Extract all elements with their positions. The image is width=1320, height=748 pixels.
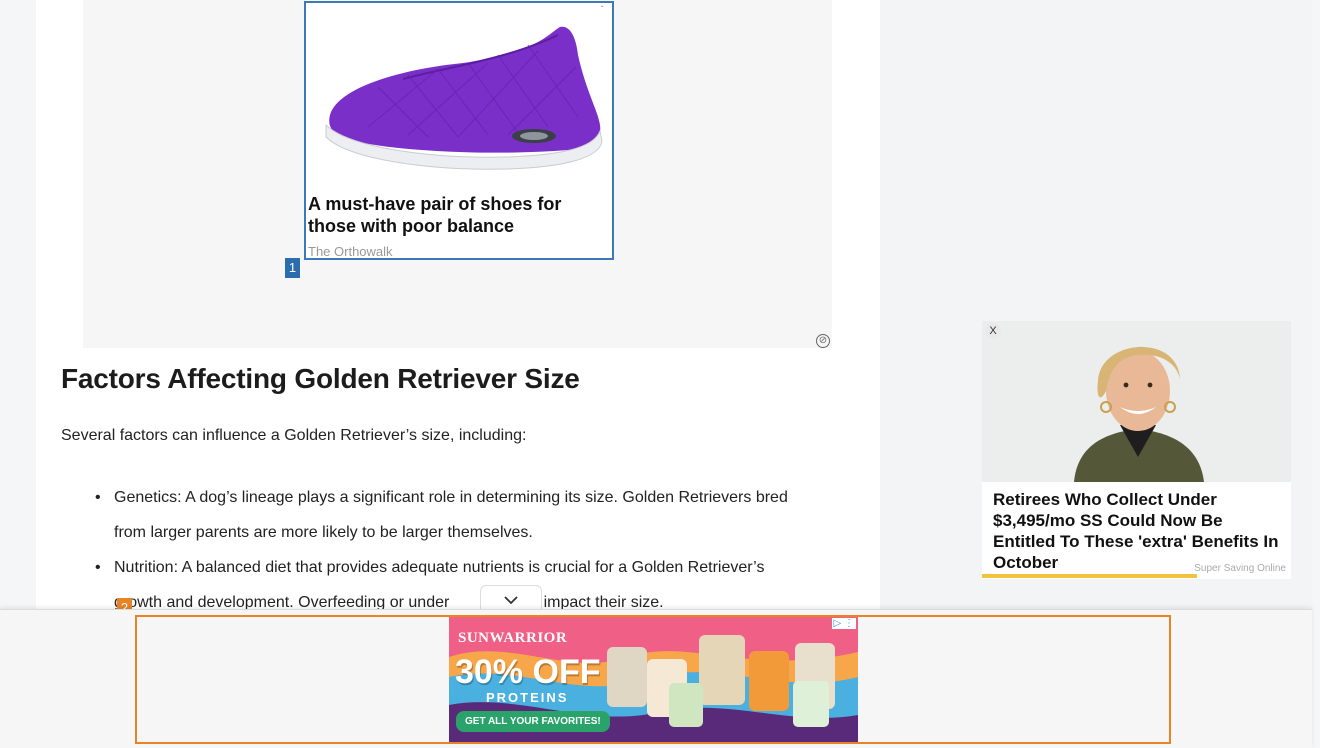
shoe-ad-headline[interactable]: A must-have pair of shoes for those with… xyxy=(308,193,598,237)
section-heading: Factors Affecting Golden Retriever Size xyxy=(61,363,580,394)
sunwarrior-brand: SUNWARRIOR xyxy=(458,630,568,646)
bullet-icon: • xyxy=(95,489,101,506)
list-item-text: Genetics: A dog’s lineage plays a signif… xyxy=(114,489,788,506)
list-item-text: from larger parents are more likely to b… xyxy=(114,524,533,541)
close-icon[interactable]: X xyxy=(985,323,1001,339)
intro-paragraph: Several factors can influence a Golden R… xyxy=(61,427,527,444)
chevron-down-icon xyxy=(504,596,518,605)
list-item: • Genetics: A dog’s lineage plays a sign… xyxy=(61,480,871,550)
retiree-ad[interactable]: X Retirees Who Collect Under $3,495/mo S… xyxy=(982,321,1291,579)
bullet-icon: • xyxy=(95,559,101,576)
list-item-text: Nutrition: A balanced diet that provides… xyxy=(114,559,765,576)
sunwarrior-ad[interactable]: SUNWARRIOR 30% OFF PROTEINS GET ALL YOUR… xyxy=(449,617,858,742)
page: ▷ A must-have pair of xyxy=(0,0,1320,748)
sunwarrior-cta-button[interactable]: GET ALL YOUR FAVORITES! xyxy=(456,711,610,732)
sunwarrior-discount: 30% OFF xyxy=(455,653,601,691)
sunwarrior-subtitle: PROTEINS xyxy=(486,690,569,705)
shoe-ad-source[interactable]: The Orthowalk xyxy=(308,244,393,258)
ad-info-icon[interactable]: ⊘ xyxy=(816,334,830,348)
retiree-ad-source[interactable]: Super Saving Online xyxy=(1194,563,1286,574)
ad-marker-1: 1 xyxy=(285,258,300,278)
top-ad-slot: ▷ A must-have pair of xyxy=(83,0,832,348)
shoe-image xyxy=(308,7,610,193)
retiree-photo xyxy=(982,321,1291,482)
adchoices-icon[interactable]: ▷ ⋮ xyxy=(831,618,856,629)
accent-bar xyxy=(982,574,1197,578)
retiree-ad-headline[interactable]: Retirees Who Collect Under $3,495/mo SS … xyxy=(993,489,1283,573)
shoe-ad[interactable]: ▷ A must-have pair of xyxy=(304,1,614,260)
factors-list: • Genetics: A dog’s lineage plays a sign… xyxy=(61,480,871,620)
